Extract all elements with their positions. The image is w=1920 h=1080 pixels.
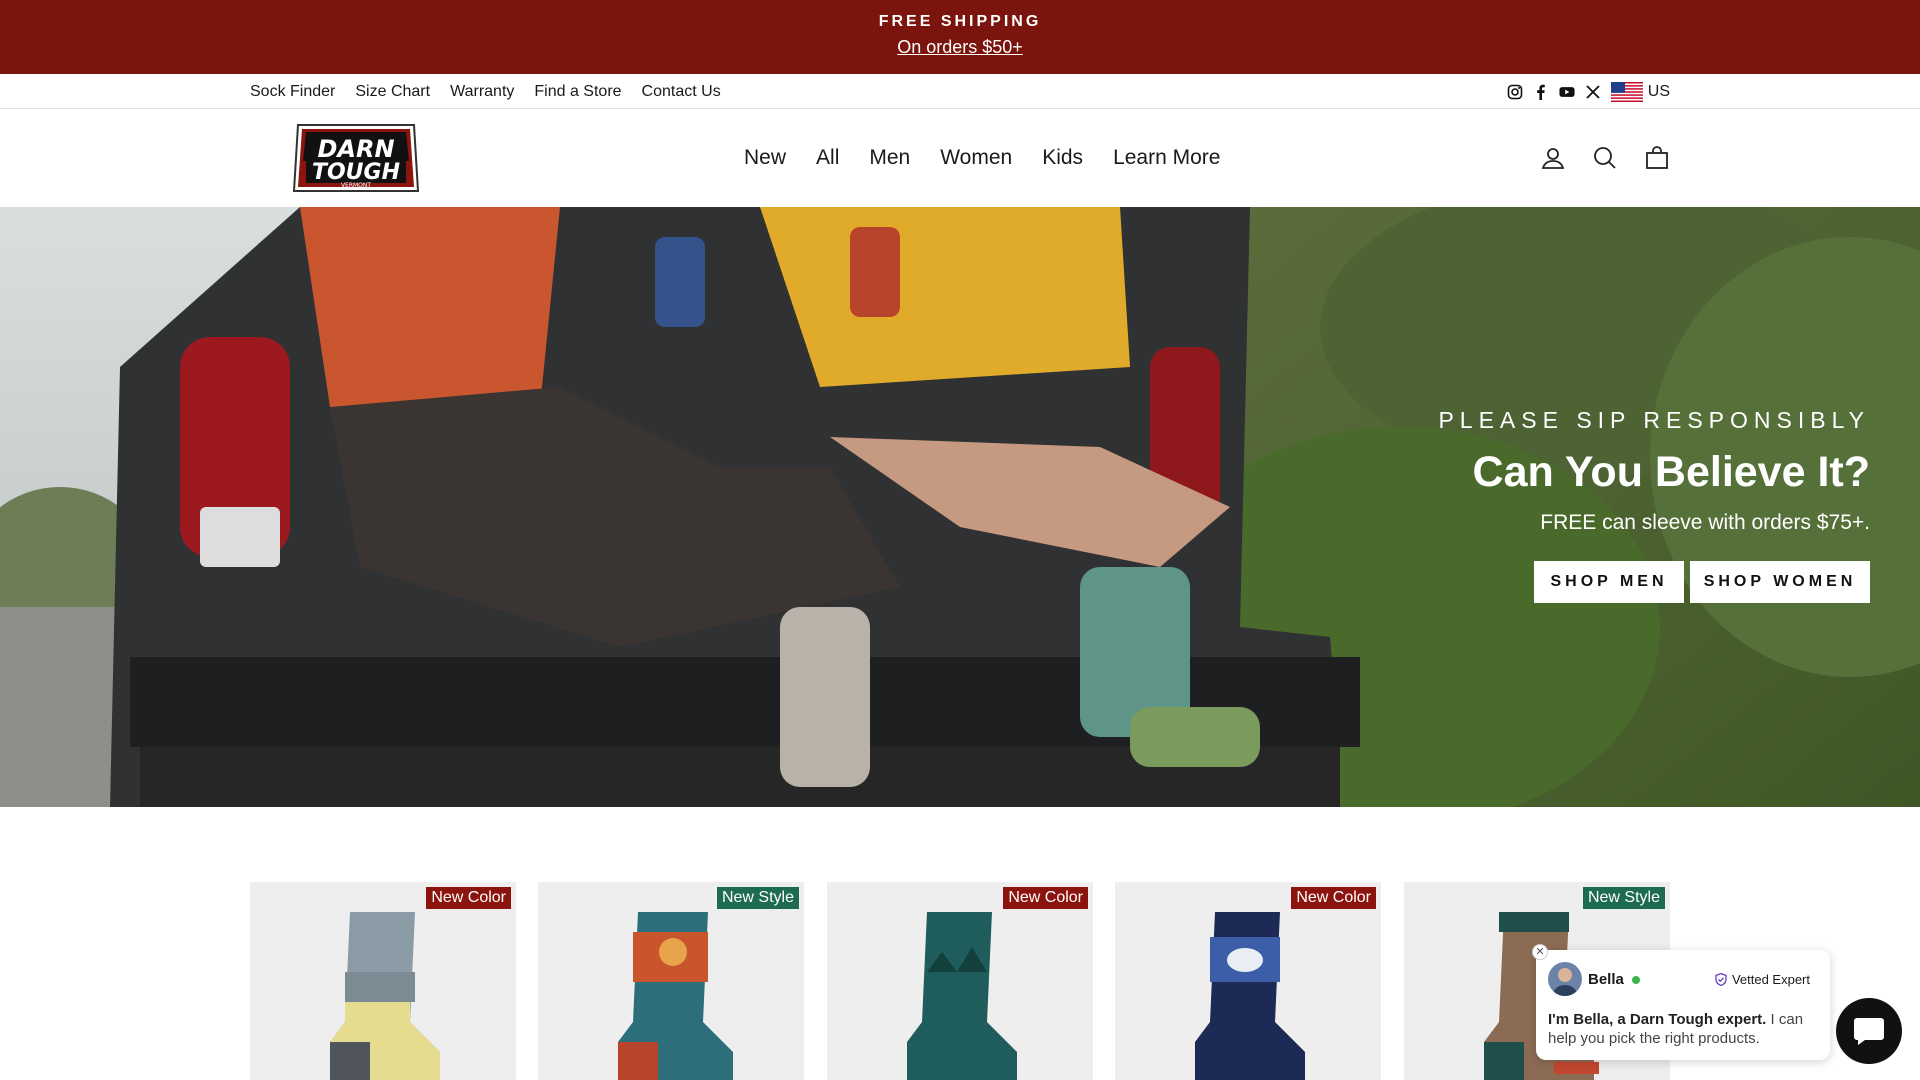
utility-bar: Sock Finder Size Chart Warranty Find a S…	[0, 74, 1920, 109]
utility-links: Sock Finder Size Chart Warranty Find a S…	[250, 74, 721, 109]
nav-all[interactable]: All	[816, 146, 839, 170]
shop-women-button[interactable]: SHOP WOMEN	[1690, 561, 1870, 603]
logo-line3: VERMONT	[341, 182, 371, 189]
online-status-dot	[1632, 976, 1640, 984]
sock-finder-link[interactable]: Sock Finder	[250, 83, 335, 101]
product-badge: New Style	[716, 887, 799, 909]
contact-us-link[interactable]: Contact Us	[642, 83, 721, 101]
product-badge: New Color	[1291, 887, 1376, 909]
x-icon[interactable]	[1585, 84, 1601, 100]
search-icon[interactable]	[1592, 145, 1618, 171]
warranty-link[interactable]: Warranty	[450, 83, 514, 101]
nav-new[interactable]: New	[744, 146, 786, 170]
product-card[interactable]: New Color	[827, 882, 1093, 1080]
nav-learn-more[interactable]: Learn More	[1113, 146, 1220, 170]
darn-tough-logo[interactable]: DARN TOUGH VERMONT	[292, 121, 420, 195]
chat-message: I'm Bella, a Darn Tough expert. I can he…	[1548, 1010, 1820, 1048]
chat-close-button[interactable]: ✕	[1532, 944, 1548, 960]
hero-buttons: SHOP MEN SHOP WOMEN	[1438, 561, 1870, 603]
site-header: DARN TOUGH VERMONT New All Men Women Kid…	[0, 109, 1920, 207]
product-grid: New Color New Style New Color New Color	[250, 882, 1670, 1080]
product-badge: New Color	[1003, 887, 1088, 909]
product-badge: New Color	[426, 887, 511, 909]
product-badge: New Style	[1582, 887, 1665, 909]
shop-men-button[interactable]: SHOP MEN	[1534, 561, 1684, 603]
shield-check-icon	[1715, 973, 1727, 986]
announcement-title: FREE SHIPPING	[878, 13, 1042, 30]
find-a-store-link[interactable]: Find a Store	[534, 83, 621, 101]
vetted-expert-badge: Vetted Expert	[1715, 972, 1810, 987]
nav-women[interactable]: Women	[940, 146, 1012, 170]
hero-title: Can You Believe It?	[1472, 448, 1870, 496]
hero-kicker: PLEASE SIP RESPONSIBLY	[1438, 407, 1870, 433]
sock-image	[907, 912, 1017, 1080]
product-card[interactable]: New Color	[250, 882, 516, 1080]
expert-name: Bella	[1588, 971, 1624, 988]
country-label: US	[1647, 82, 1670, 100]
sock-image	[330, 912, 440, 1080]
announcement-bar: FREE SHIPPING On orders $50+	[0, 0, 1920, 74]
utility-right: US	[1507, 74, 1670, 109]
expert-avatar	[1548, 962, 1582, 996]
sock-image	[618, 912, 733, 1080]
hero-copy: PLEASE SIP RESPONSIBLY Can You Believe I…	[1438, 407, 1870, 603]
logo-line1: DARN	[317, 135, 394, 163]
chat-launcher-button[interactable]	[1836, 998, 1902, 1064]
announcement-link[interactable]: On orders $50+	[0, 37, 1920, 58]
nav-men[interactable]: Men	[869, 146, 910, 170]
facebook-icon[interactable]	[1533, 84, 1549, 100]
product-card[interactable]: New Style	[538, 882, 804, 1080]
header-icons	[1540, 109, 1670, 207]
country-selector[interactable]: US	[1610, 81, 1670, 102]
chat-bubble-icon	[1854, 1018, 1884, 1045]
vetted-expert-label: Vetted Expert	[1731, 972, 1810, 987]
chat-popup[interactable]: ✕ Bella Vetted Expert I'm Bella, a Darn …	[1532, 944, 1830, 1060]
sock-image	[1195, 912, 1305, 1080]
size-chart-link[interactable]: Size Chart	[355, 83, 430, 101]
instagram-icon[interactable]	[1507, 84, 1523, 100]
youtube-icon[interactable]	[1559, 84, 1575, 100]
hero-banner: PLEASE SIP RESPONSIBLY Can You Believe I…	[0, 207, 1920, 807]
cart-icon[interactable]	[1644, 145, 1670, 171]
hero-subtitle: FREE can sleeve with orders $75+.	[1540, 511, 1870, 534]
chat-message-intro: I'm Bella, a Darn Tough expert.	[1548, 1011, 1767, 1028]
main-nav: New All Men Women Kids Learn More	[744, 109, 1220, 207]
us-flag-icon	[1610, 81, 1643, 102]
account-icon[interactable]	[1540, 145, 1566, 171]
product-card[interactable]: New Color	[1115, 882, 1381, 1080]
nav-kids[interactable]: Kids	[1042, 146, 1083, 170]
